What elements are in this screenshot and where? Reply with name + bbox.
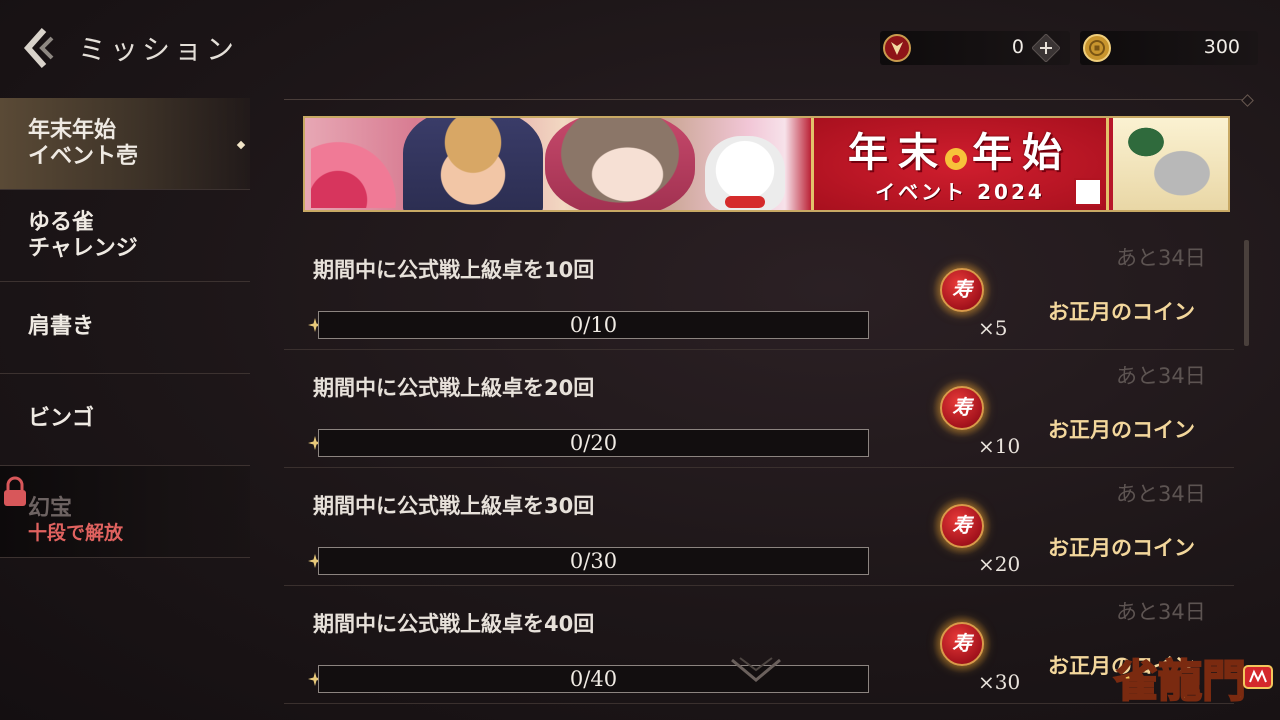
game-logo: 雀龍門	[1113, 655, 1273, 708]
days-remaining: あと34日	[1116, 246, 1206, 270]
reward-quantity: ×10	[978, 434, 1021, 458]
character-illustration-female	[545, 118, 695, 210]
gold-currency-display: 300	[1080, 31, 1258, 65]
gold-currency-value: 300	[1203, 36, 1240, 58]
coin-glyph: 寿	[940, 268, 984, 312]
banner-title-panel: 年末 年始 イベント 2024	[811, 118, 1109, 210]
sidebar-item-yurujan-challenge[interactable]: ゆる雀 チャレンジ	[0, 190, 250, 282]
mission-row[interactable]: あと34日 期間中に公式戦上級卓を10回 0/10 寿 ×5 お正月のコイン	[284, 232, 1234, 350]
days-remaining: あと34日	[1116, 482, 1206, 506]
sidebar-item-label: ゆる雀 チャレンジ	[28, 210, 138, 261]
header: ミッション 0 300	[0, 0, 1280, 100]
sidebar-item-label: ビンゴ	[28, 406, 95, 431]
scrollbar-thumb[interactable]	[1244, 240, 1249, 346]
new-year-coin-icon: 寿	[932, 378, 992, 438]
coin-glyph: 寿	[940, 622, 984, 666]
days-remaining: あと34日	[1116, 364, 1206, 388]
gold-coin-icon	[1083, 34, 1111, 62]
mission-title: 期間中に公式戦上級卓を10回	[313, 258, 595, 282]
reward-quantity: ×5	[978, 316, 1008, 340]
mission-row[interactable]: あと34日 期間中に公式戦上級卓を20回 0/20 寿 ×10 お正月のコイン	[284, 350, 1234, 468]
logo-text: 雀龍門	[1114, 656, 1246, 707]
mission-progress-bar: 0/40	[318, 665, 869, 693]
back-arrow-icon[interactable]	[22, 26, 66, 70]
fan-illustration	[311, 128, 401, 208]
mission-title: 期間中に公式戦上級卓を20回	[313, 376, 595, 400]
red-currency-value: 0	[1011, 36, 1024, 58]
days-remaining: あと34日	[1116, 600, 1206, 624]
mission-list[interactable]: あと34日 期間中に公式戦上級卓を10回 0/10 寿 ×5 お正月のコイン あ…	[284, 232, 1234, 720]
progress-text: 0/20	[569, 431, 618, 455]
mission-row[interactable]: あと34日 期間中に公式戦上級卓を30回 0/30 寿 ×20 お正月のコイン	[284, 468, 1234, 586]
add-currency-button[interactable]	[1032, 34, 1060, 62]
new-year-coin-icon: 寿	[932, 260, 992, 320]
sidebar-item-label: 肩書き	[28, 314, 95, 339]
coin-glyph: 寿	[940, 504, 984, 548]
reward-name: お正月のコイン	[1048, 536, 1195, 560]
mission-title: 期間中に公式戦上級卓を30回	[313, 494, 595, 518]
mission-progress-bar: 0/30	[318, 547, 869, 575]
mission-progress-bar: 0/10	[318, 311, 869, 339]
scroll-down-chevron-icon[interactable]	[728, 654, 784, 690]
unlock-condition-text: 十段で解放	[28, 522, 124, 544]
character-illustration-male	[403, 118, 543, 210]
reward-quantity: ×20	[978, 552, 1021, 576]
sidebar: 年末年始 イベント壱 ゆる雀 チャレンジ 肩書き ビンゴ 幻宝 十段で解放	[0, 98, 250, 558]
banner-subtitle: イベント 2024	[875, 180, 1045, 204]
sidebar-item-genpou-locked[interactable]: 幻宝 十段で解放	[0, 466, 250, 558]
reward-quantity: ×30	[978, 670, 1021, 694]
progress-text: 0/40	[569, 667, 618, 691]
sidebar-item-label: 年末年始 イベント壱	[28, 118, 139, 169]
sidebar-item-titles[interactable]: 肩書き	[0, 282, 250, 374]
reward-name: お正月のコイン	[1048, 300, 1195, 324]
new-year-coin-icon: 寿	[932, 614, 992, 674]
coin-glyph: 寿	[940, 386, 984, 430]
stamp-icon	[1074, 178, 1102, 206]
progress-text: 0/10	[569, 313, 618, 337]
red-crest-icon	[883, 34, 911, 62]
header-divider	[284, 99, 1248, 100]
page-title: ミッション	[78, 33, 239, 66]
sidebar-item-new-year-event[interactable]: 年末年始 イベント壱	[0, 98, 250, 190]
progress-text: 0/30	[569, 549, 618, 573]
pine-illustration	[1121, 122, 1171, 162]
lock-icon	[4, 476, 26, 506]
sidebar-item-bingo[interactable]: ビンゴ	[0, 374, 250, 466]
mission-progress-bar: 0/20	[318, 429, 869, 457]
red-currency-display: 0	[880, 31, 1070, 65]
event-banner[interactable]: 年末 年始 イベント 2024	[303, 116, 1230, 212]
plum-flower-icon	[945, 148, 967, 170]
lucky-cat-illustration	[705, 136, 785, 210]
reward-name: お正月のコイン	[1048, 418, 1195, 442]
new-year-coin-icon: 寿	[932, 496, 992, 556]
mission-title: 期間中に公式戦上級卓を40回	[313, 612, 595, 636]
